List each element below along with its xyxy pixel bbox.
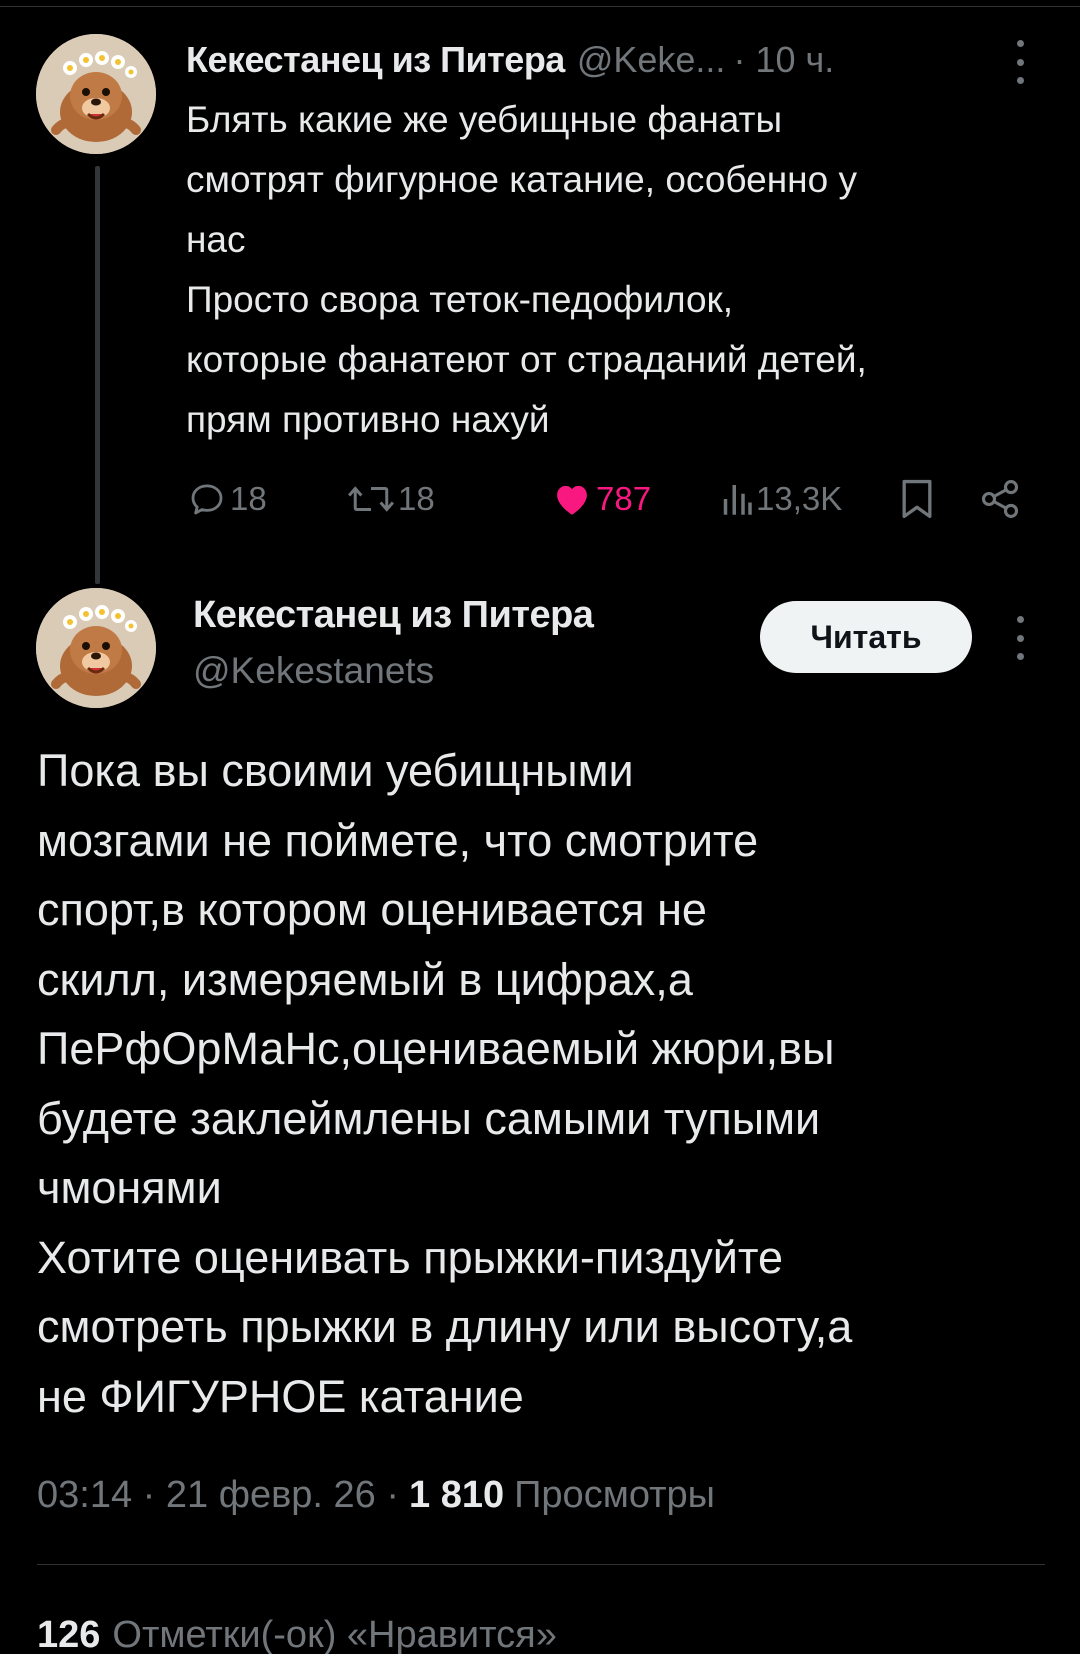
views-icon [723,485,752,515]
tweet-timestamp[interactable]: 03:14 · 21 февр. 26 · [37,1474,399,1517]
avatar-image [36,34,156,154]
views-count-main: 1 810 [409,1474,505,1516]
top-divider [0,6,1080,7]
parent-action-bar: 18 18 787 13,3K [186,472,1046,526]
likes-count-main: 126 [37,1614,101,1654]
reply-count: 18 [230,480,267,517]
parent-tweet-time[interactable]: · 10 ч. [733,39,834,81]
main-tweet-text: Пока вы своими уебищными мозгами не пойм… [37,745,853,1422]
main-author-handle[interactable]: @Kekestanets [193,650,434,692]
main-avatar[interactable] [36,588,156,708]
views-count: 13,3K [756,480,843,517]
parent-author-handle[interactable]: @Keke... [577,39,726,81]
parent-tweet-text: Блять какие же уебищные фанаты смотрят ф… [186,99,867,440]
bookmark-button[interactable] [898,472,936,526]
avatar-image [36,588,156,708]
stats-divider [37,1564,1045,1565]
like-button[interactable]: 787 [550,472,651,526]
follow-button[interactable]: Читать [760,601,972,673]
share-icon [981,480,1019,518]
like-icon-filled [557,485,587,515]
thread-connector-line [95,166,100,584]
parent-avatar[interactable] [36,34,156,154]
retweet-button[interactable]: 18 [346,472,435,526]
retweet-icon [348,486,394,512]
retweet-count: 18 [398,480,435,517]
views-label: Просмотры [514,1474,715,1516]
views-button[interactable]: 13,3K [718,472,842,526]
likes-label: Отметки(-ок) «Нравится» [112,1614,557,1654]
bookmark-icon [902,479,932,519]
parent-tweet-header: Кекестанец из Питера @Keke... · 10 ч. [186,36,834,84]
reply-icon [191,484,223,515]
main-author-name[interactable]: Кекестанец из Питера [193,594,594,637]
likes-stat[interactable]: 126 Отметки(-ок) «Нравится» [37,1614,557,1654]
reply-button[interactable]: 18 [186,472,267,526]
more-icon[interactable] [1010,616,1030,660]
tweet-meta: 03:14 · 21 февр. 26 · 1 810 Просмотры [37,1474,715,1517]
like-count: 787 [596,480,652,517]
parent-author-name[interactable]: Кекестанец из Питера [186,39,565,81]
more-icon[interactable] [1010,40,1030,84]
share-button[interactable] [978,472,1022,526]
